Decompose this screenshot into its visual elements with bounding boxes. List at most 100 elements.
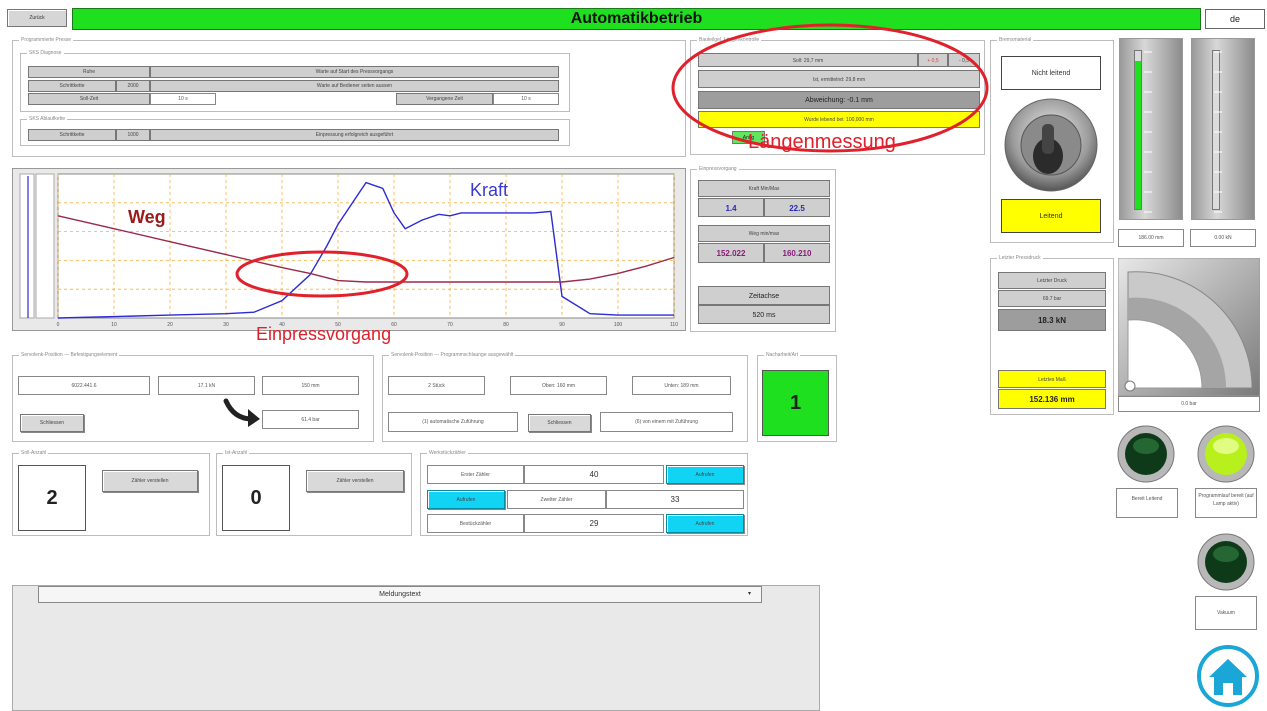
counter1-value: 40 <box>524 465 664 484</box>
lamp-vacuum-label: Vakuum <box>1195 596 1257 630</box>
force-bar-value: 0.00 kN <box>1190 229 1256 247</box>
message-list[interactable] <box>12 585 820 711</box>
x-tick-label: 10 <box>111 322 117 328</box>
way-max-value: 160.210 <box>764 243 830 263</box>
language-selector[interactable]: de <box>1205 9 1265 29</box>
y-axis-force <box>35 173 55 319</box>
page-title: Automatikbetrieb <box>72 8 1201 30</box>
program-value-1: 2 Stück <box>388 376 485 395</box>
panel-legend: Nacharbeit/Art <box>766 352 798 358</box>
diag-msg-2: Warte auf Bediener seiten aussen <box>150 80 559 92</box>
seq-num: 1000 <box>116 129 150 141</box>
target-count-value: 2 <box>18 465 86 531</box>
brake-status-bottom: Leitend <box>1001 199 1101 233</box>
bar-gauge-ticks <box>1144 51 1222 213</box>
back-button[interactable]: Zurück <box>7 9 67 27</box>
program-value-5: (6) von einem mit Zuführung <box>600 412 733 432</box>
last-measure-value: 152.136 mm <box>998 389 1106 409</box>
force-minmax-label: Kraft Min/Max <box>698 180 830 197</box>
lamp-program-icon <box>1197 425 1255 483</box>
force-max-value: 22.5 <box>764 198 830 217</box>
program-value-2: Oben: 160 mm <box>510 376 607 395</box>
last-measure-label: Letztes Maß <box>998 370 1106 388</box>
last-force-value: 18.3 kN <box>998 309 1106 331</box>
last-pressure-label: Letzter Druck <box>998 272 1106 289</box>
y-axis-way <box>19 173 35 319</box>
counter1-call-button[interactable]: Aufrufen <box>666 465 744 484</box>
panel-legend: Servolenk-Position --- Programmschlaunge… <box>391 352 514 358</box>
chevron-down-icon[interactable]: ▾ <box>748 590 751 597</box>
diag-num-2: 2000 <box>116 80 150 92</box>
diag-val-3b: 10 s <box>493 93 559 105</box>
panel-legend: Ist-Anzahl <box>225 450 248 456</box>
panel-legend: Programmierte Presse <box>21 37 72 43</box>
position-value-1: 6022.441.6 <box>18 376 150 395</box>
panel-legend: SKS Diagnose <box>29 50 62 56</box>
lamp-ready-label: Bereit Leitend <box>1116 488 1178 518</box>
diag-msg-1: Warte auf Start des Pressvorgangs <box>150 66 559 78</box>
position-value-2: 17.1 kN <box>158 376 255 395</box>
position-close-button[interactable]: Schliessen <box>20 414 84 432</box>
x-tick-label: 30 <box>223 322 229 328</box>
force-annotation-label: Kraft <box>470 180 509 200</box>
length-annotation-label: Längenmessung <box>748 131 896 153</box>
x-tick-label: 110 <box>670 322 678 328</box>
home-icon[interactable] <box>1197 645 1259 707</box>
panel-legend: Werkstückzähler <box>429 450 466 456</box>
counter2-call-button[interactable]: Aufrufen <box>427 490 505 509</box>
x-tick-label: 90 <box>559 322 565 328</box>
arrow-curve-icon <box>223 398 260 427</box>
lamp-vacuum-icon <box>1197 533 1255 591</box>
press-annotation-oval <box>235 250 409 298</box>
x-tick-label: 60 <box>391 322 397 328</box>
panel-legend: Einpressvorgang <box>699 166 737 172</box>
x-tick-label: 80 <box>503 322 509 328</box>
way-annotation-label: Weg <box>128 207 166 227</box>
diag-label-3b: Vergangene Zeit <box>396 93 493 105</box>
press-annotation-label: Einpressvorgang <box>256 324 392 344</box>
way-bar-value: 186.00 mm <box>1118 229 1184 247</box>
position-value-4: 61.4 bar <box>262 410 359 429</box>
program-value-3: Unten: 189 mm <box>632 376 731 395</box>
brake-status-top: Nicht leitend <box>1001 56 1101 90</box>
pressure-dial-value: 0.0 bar <box>1118 396 1260 412</box>
x-tick-label: 20 <box>167 322 173 328</box>
message-column-header[interactable]: Meldungstext <box>38 586 762 603</box>
counter3-label: Bestückzähler <box>427 514 524 533</box>
actual-count-value: 0 <box>222 465 290 531</box>
x-tick-label: 70 <box>447 322 453 328</box>
pressure-dial-gauge <box>1118 258 1260 396</box>
x-tick-label: 100 <box>614 322 623 328</box>
x-tick-label: 0 <box>57 322 60 328</box>
program-close-button[interactable]: Schliessen <box>528 414 591 432</box>
way-minmax-label: Weg min/max <box>698 225 830 242</box>
counter3-call-button[interactable]: Aufrufen <box>666 514 744 533</box>
diag-val-3: 10 s <box>150 93 216 105</box>
panel-legend: Soll-Anzahl <box>21 450 47 456</box>
force-min-value: 1.4 <box>698 198 764 217</box>
counter1-label: Erster Zähler <box>427 465 524 484</box>
panel-legend: Letzter Pressdruck <box>999 255 1041 261</box>
rework-indicator: 1 <box>762 370 829 436</box>
lamp-ready-icon <box>1117 425 1175 483</box>
counter2-value: 33 <box>606 490 744 509</box>
target-count-adjust-button[interactable]: Zähler verstellen <box>102 470 198 492</box>
way-min-value: 152.022 <box>698 243 764 263</box>
time-axis-value: 520 ms <box>698 305 830 324</box>
time-axis-label: Zeitachse <box>698 286 830 305</box>
diag-label-3: Soll-Zeit <box>28 93 150 105</box>
diag-label-1: Ruhe <box>28 66 150 78</box>
seq-label: Schrittkette <box>28 129 116 141</box>
counter3-value: 29 <box>524 514 664 533</box>
diag-label-2: Schrittkette <box>28 80 116 92</box>
lamp-program-label: Programmlauf bereit (auf Lamp aktiv) <box>1195 488 1257 518</box>
last-pressure-value: 69.7 bar <box>998 290 1106 307</box>
counter2-label: Zweiter Zähler <box>507 490 606 509</box>
seq-msg: Einpressung erfolgreich ausgeführt <box>150 129 559 141</box>
toggle-switch-icon[interactable] <box>1002 96 1100 194</box>
program-value-4: (1) automatische Zuführung <box>388 412 518 432</box>
actual-count-adjust-button[interactable]: Zähler verstellen <box>306 470 404 492</box>
panel-legend: Servolenk-Position --- Befestigungseleme… <box>21 352 118 358</box>
panel-legend: SKS Ablaufkette <box>29 116 66 122</box>
position-value-3: 150 mm <box>262 376 359 395</box>
